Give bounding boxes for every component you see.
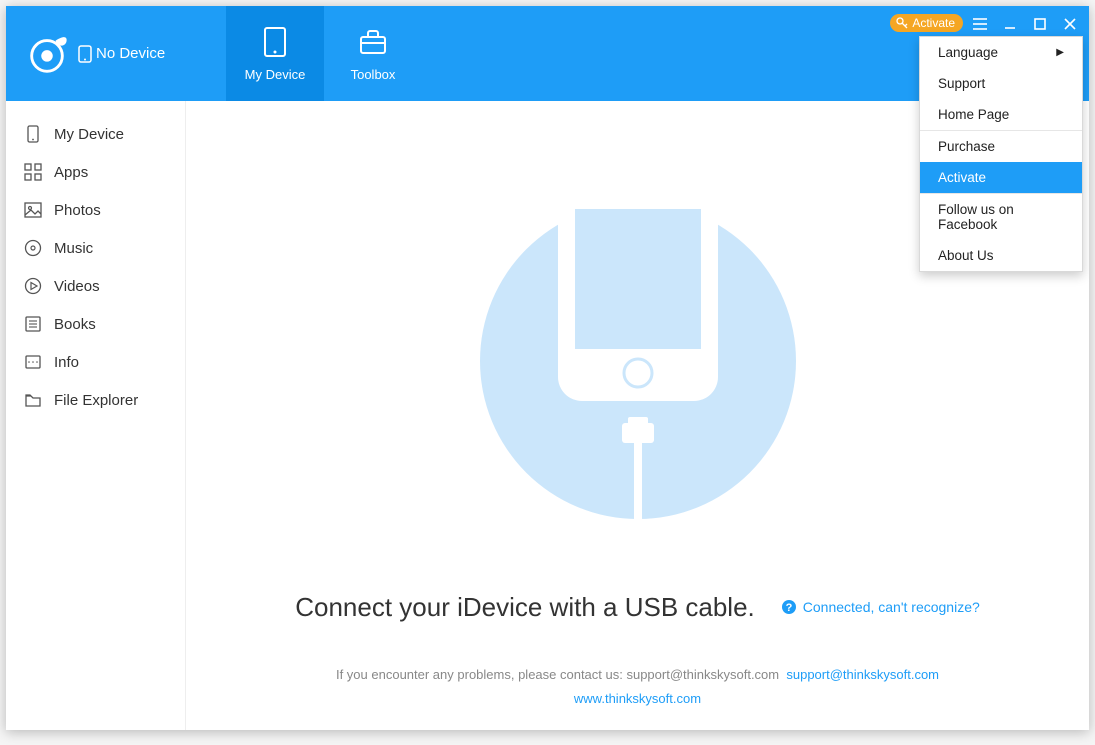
disc-icon bbox=[24, 239, 42, 257]
header-tabs: My Device Toolbox bbox=[226, 6, 422, 101]
sidebar-item-file-explorer[interactable]: File Explorer bbox=[6, 381, 185, 419]
tab-toolbox[interactable]: Toolbox bbox=[324, 6, 422, 101]
sidebar-item-my-device[interactable]: My Device bbox=[6, 115, 185, 153]
sidebar-item-videos[interactable]: Videos bbox=[6, 267, 185, 305]
maximize-icon bbox=[1034, 18, 1046, 30]
tab-label: Toolbox bbox=[351, 67, 396, 82]
support-email-link[interactable]: support@thinkskysoft.com bbox=[786, 667, 939, 682]
menu-item-label: Purchase bbox=[938, 139, 995, 154]
hamburger-menu-button[interactable] bbox=[967, 14, 993, 34]
menu-item-activate[interactable]: Activate bbox=[920, 162, 1082, 193]
sidebar-item-apps[interactable]: Apps bbox=[6, 153, 185, 191]
sidebar-item-photos[interactable]: Photos bbox=[6, 191, 185, 229]
close-button[interactable] bbox=[1057, 14, 1083, 34]
menu-item-label: About Us bbox=[938, 248, 994, 263]
sidebar-item-label: File Explorer bbox=[54, 392, 138, 409]
tab-my-device[interactable]: My Device bbox=[226, 6, 324, 101]
menu-item-support[interactable]: Support bbox=[920, 68, 1082, 99]
hamburger-menu-dropdown: Language ▶ Support Home Page Purchase Ac… bbox=[919, 36, 1083, 272]
activate-label: Activate bbox=[912, 16, 955, 30]
connect-headline: Connect your iDevice with a USB cable. bbox=[295, 592, 755, 623]
key-icon bbox=[896, 17, 908, 29]
book-icon bbox=[24, 315, 42, 333]
menu-item-label: Home Page bbox=[938, 107, 1009, 122]
menu-item-language[interactable]: Language ▶ bbox=[920, 37, 1082, 68]
menu-item-label: Language bbox=[938, 45, 998, 60]
sidebar-item-label: Music bbox=[54, 240, 93, 257]
device-status-label: No Device bbox=[78, 45, 165, 63]
activate-button[interactable]: Activate bbox=[890, 14, 963, 32]
sidebar-item-music[interactable]: Music bbox=[6, 229, 185, 267]
footer-text: If you encounter any problems, please co… bbox=[336, 667, 779, 682]
sidebar-item-label: Apps bbox=[54, 164, 88, 181]
footer: If you encounter any problems, please co… bbox=[336, 663, 939, 730]
brand-area: No Device bbox=[6, 6, 226, 101]
image-icon bbox=[24, 201, 42, 219]
phone-icon bbox=[24, 125, 42, 143]
grid-icon bbox=[24, 163, 42, 181]
sidebar-item-label: Photos bbox=[54, 202, 101, 219]
menu-item-purchase[interactable]: Purchase bbox=[920, 131, 1082, 162]
menu-item-label: Support bbox=[938, 76, 985, 91]
menu-item-follow-facebook[interactable]: Follow us on Facebook bbox=[920, 194, 1082, 240]
sidebar-item-label: Books bbox=[54, 316, 96, 333]
phone-icon bbox=[78, 45, 92, 63]
question-icon: ? bbox=[781, 599, 797, 615]
app-logo-icon bbox=[24, 31, 70, 77]
folder-icon bbox=[24, 391, 42, 409]
tablet-icon bbox=[258, 25, 292, 59]
menu-item-label: Activate bbox=[938, 170, 986, 185]
website-link[interactable]: www.thinkskysoft.com bbox=[574, 691, 701, 706]
menu-item-home-page[interactable]: Home Page bbox=[920, 99, 1082, 130]
sidebar-item-info[interactable]: Info bbox=[6, 343, 185, 381]
minimize-button[interactable] bbox=[997, 14, 1023, 34]
close-icon bbox=[1064, 18, 1076, 30]
sidebar-item-label: Videos bbox=[54, 278, 100, 295]
play-icon bbox=[24, 277, 42, 295]
connect-device-illustration bbox=[478, 201, 798, 521]
sidebar-item-label: Info bbox=[54, 354, 79, 371]
sidebar-item-books[interactable]: Books bbox=[6, 305, 185, 343]
menu-item-label: Follow us on Facebook bbox=[938, 202, 1064, 232]
info-icon bbox=[24, 353, 42, 371]
minimize-icon bbox=[1004, 18, 1016, 30]
maximize-button[interactable] bbox=[1027, 14, 1053, 34]
sidebar: My Device Apps Photos Music Videos Books bbox=[6, 101, 186, 730]
hamburger-icon bbox=[973, 18, 987, 30]
svg-text:?: ? bbox=[785, 602, 792, 614]
toolbox-icon bbox=[356, 25, 390, 59]
cant-recognize-link[interactable]: ? Connected, can't recognize? bbox=[781, 599, 980, 615]
tab-label: My Device bbox=[245, 67, 306, 82]
help-link-label: Connected, can't recognize? bbox=[803, 599, 980, 615]
menu-item-about-us[interactable]: About Us bbox=[920, 240, 1082, 271]
sidebar-item-label: My Device bbox=[54, 126, 124, 143]
chevron-right-icon: ▶ bbox=[1056, 47, 1064, 58]
